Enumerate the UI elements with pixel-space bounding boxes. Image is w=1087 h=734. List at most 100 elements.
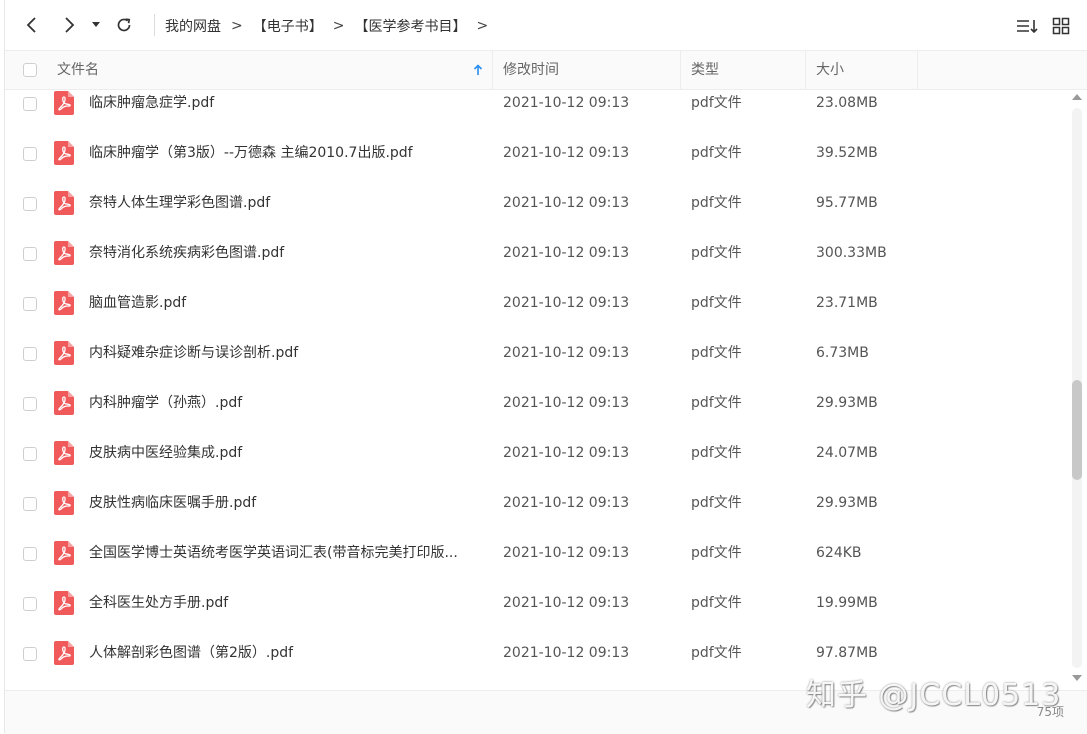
file-name[interactable]: 奈特人体生理学彩色图谱.pdf	[89, 190, 489, 216]
row-checkbox[interactable]	[23, 547, 37, 561]
nav-separator	[154, 14, 155, 36]
file-name[interactable]: 全国医学博士英语统考医学英语词汇表(带音标完美打印版...	[89, 540, 489, 566]
column-header-modified[interactable]: 修改时间	[503, 51, 559, 89]
pdf-file-icon	[53, 241, 75, 265]
file-modified-time: 2021-10-12 09:13	[503, 345, 630, 361]
row-checkbox[interactable]	[23, 247, 37, 261]
file-type: pdf文件	[691, 145, 742, 161]
file-type: pdf文件	[691, 95, 742, 111]
column-header-name[interactable]: 文件名	[57, 51, 99, 89]
file-modified-time: 2021-10-12 09:13	[503, 495, 630, 511]
column-divider[interactable]	[492, 51, 493, 89]
breadcrumb-item-medical-refs[interactable]: 【医学参考书目】	[354, 16, 466, 36]
table-row[interactable]: 奈特人体生理学彩色图谱.pdf 2021-10-12 09:13 pdf文件 95.7…	[5, 190, 1069, 240]
row-checkbox[interactable]	[23, 147, 37, 161]
scroll-down-arrow-icon[interactable]	[1072, 675, 1082, 681]
row-checkbox[interactable]	[23, 597, 37, 611]
file-size: 97.87MB	[816, 645, 878, 661]
table-row[interactable]: 临床肿瘤急症学.pdf 2021-10-12 09:13 pdf文件 23.08MB	[5, 90, 1069, 140]
file-modified-time: 2021-10-12 09:13	[503, 545, 630, 561]
file-type: pdf文件	[691, 295, 742, 311]
sort-ascending-icon[interactable]	[473, 51, 483, 89]
file-name[interactable]: 临床肿瘤急症学.pdf	[89, 90, 489, 116]
column-header-size[interactable]: 大小	[816, 51, 844, 89]
pdf-file-icon	[53, 441, 75, 465]
file-browser-window: 我的网盘 > 【电子书】 > 【医学参考书目】 > 文件名 修改时间 类型 大小…	[4, 0, 1087, 734]
pdf-file-icon	[53, 541, 75, 565]
column-header-type[interactable]: 类型	[691, 51, 719, 89]
file-modified-time: 2021-10-12 09:13	[503, 145, 630, 161]
caret-down-icon[interactable]	[89, 12, 103, 38]
row-checkbox[interactable]	[23, 97, 37, 111]
navigation-bar: 我的网盘 > 【电子书】 > 【医学参考书目】 >	[5, 0, 1087, 51]
file-name[interactable]: 临床肿瘤学（第3版）--万德森 主编2010.7出版.pdf	[89, 140, 489, 166]
file-name[interactable]: 奈特消化系统疾病彩色图谱.pdf	[89, 240, 489, 266]
row-checkbox[interactable]	[23, 347, 37, 361]
table-row[interactable]: 全科医生处方手册.pdf 2021-10-12 09:13 pdf文件 19.99MB	[5, 590, 1069, 640]
file-list: 临床肿瘤急症学.pdf 2021-10-12 09:13 pdf文件 23.08MB 临…	[5, 90, 1069, 690]
vertical-scrollbar[interactable]	[1069, 90, 1087, 690]
row-checkbox[interactable]	[23, 447, 37, 461]
column-divider[interactable]	[917, 51, 918, 89]
column-divider[interactable]	[805, 51, 806, 89]
breadcrumb-item-ebooks[interactable]: 【电子书】	[253, 16, 323, 36]
file-modified-time: 2021-10-12 09:13	[503, 645, 630, 661]
chevron-right-icon[interactable]	[57, 12, 81, 38]
file-name[interactable]: 全科医生处方手册.pdf	[89, 590, 489, 616]
sort-list-icon[interactable]	[1015, 14, 1039, 38]
pdf-file-icon	[53, 591, 75, 615]
file-type: pdf文件	[691, 445, 742, 461]
file-name[interactable]: 人体解剖彩色图谱（第2版）.pdf	[89, 640, 489, 666]
table-row[interactable]: 内科疑难杂症诊断与误诊剖析.pdf 2021-10-12 09:13 pdf文件 6.…	[5, 340, 1069, 390]
file-size: 23.08MB	[816, 95, 878, 111]
table-row[interactable]: 全国医学博士英语统考医学英语词汇表(带音标完美打印版... 2021-10-12 …	[5, 540, 1069, 590]
file-size: 39.52MB	[816, 145, 878, 161]
file-name[interactable]: 内科疑难杂症诊断与误诊剖析.pdf	[89, 340, 489, 366]
refresh-icon[interactable]	[112, 12, 136, 38]
file-modified-time: 2021-10-12 09:13	[503, 95, 630, 111]
scroll-thumb[interactable]	[1072, 380, 1082, 480]
grid-view-icon[interactable]	[1049, 14, 1073, 38]
pdf-file-icon	[53, 141, 75, 165]
file-type: pdf文件	[691, 495, 742, 511]
table-row[interactable]: 脑血管造影.pdf 2021-10-12 09:13 pdf文件 23.71MB	[5, 290, 1069, 340]
file-type: pdf文件	[691, 645, 742, 661]
chevron-left-icon[interactable]	[20, 12, 44, 38]
file-size: 624KB	[816, 545, 862, 561]
table-row[interactable]: 临床肿瘤学（第3版）--万德森 主编2010.7出版.pdf 2021-10-12…	[5, 140, 1069, 190]
pdf-file-icon	[53, 391, 75, 415]
file-modified-time: 2021-10-12 09:13	[503, 245, 630, 261]
file-type: pdf文件	[691, 395, 742, 411]
file-modified-time: 2021-10-12 09:13	[503, 195, 630, 211]
file-type: pdf文件	[691, 595, 742, 611]
select-all-checkbox[interactable]	[23, 63, 37, 77]
row-checkbox[interactable]	[23, 197, 37, 211]
file-name[interactable]: 内科肿瘤学（孙燕）.pdf	[89, 390, 489, 416]
breadcrumb: 我的网盘 > 【电子书】 > 【医学参考书目】 >	[165, 15, 498, 37]
file-size: 19.99MB	[816, 595, 878, 611]
file-name[interactable]: 皮肤性病临床医嘱手册.pdf	[89, 490, 489, 516]
row-checkbox[interactable]	[23, 297, 37, 311]
pdf-file-icon	[53, 341, 75, 365]
table-row[interactable]: 内科肿瘤学（孙燕）.pdf 2021-10-12 09:13 pdf文件 29.93M…	[5, 390, 1069, 440]
file-size: 29.93MB	[816, 495, 878, 511]
table-row[interactable]: 奈特消化系统疾病彩色图谱.pdf 2021-10-12 09:13 pdf文件 300…	[5, 240, 1069, 290]
watermark-text: 知乎 @JCCL0513	[806, 678, 1062, 713]
file-modified-time: 2021-10-12 09:13	[503, 295, 630, 311]
file-size: 23.71MB	[816, 295, 878, 311]
breadcrumb-arrow-icon: >	[231, 18, 243, 34]
table-row[interactable]: 皮肤病中医经验集成.pdf 2021-10-12 09:13 pdf文件 24.07M…	[5, 440, 1069, 490]
scroll-up-arrow-icon[interactable]	[1072, 94, 1082, 100]
file-type: pdf文件	[691, 345, 742, 361]
table-row[interactable]: 皮肤性病临床医嘱手册.pdf 2021-10-12 09:13 pdf文件 29.93…	[5, 490, 1069, 540]
row-checkbox[interactable]	[23, 647, 37, 661]
breadcrumb-item-my-drive[interactable]: 我的网盘	[165, 16, 221, 36]
file-modified-time: 2021-10-12 09:13	[503, 595, 630, 611]
file-name[interactable]: 皮肤病中医经验集成.pdf	[89, 440, 489, 466]
pdf-file-icon	[53, 641, 75, 665]
breadcrumb-arrow-icon: >	[476, 18, 489, 34]
column-divider[interactable]	[680, 51, 681, 89]
row-checkbox[interactable]	[23, 397, 37, 411]
file-name[interactable]: 脑血管造影.pdf	[89, 290, 489, 316]
row-checkbox[interactable]	[23, 497, 37, 511]
